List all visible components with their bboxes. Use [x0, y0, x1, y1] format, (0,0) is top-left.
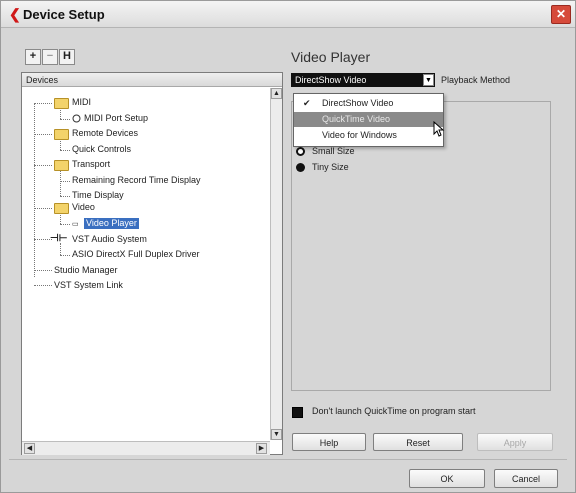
tree-item-asio-directx-driver[interactable]: ASIO DirectX Full Duplex Driver: [72, 249, 200, 260]
tree-guide-line: [60, 119, 70, 120]
tree-item-video[interactable]: Video: [72, 202, 95, 213]
dont-launch-quicktime-checkbox[interactable]: [292, 407, 303, 418]
tree-guide-line: [34, 103, 35, 277]
tree-item-remaining-record-time-display[interactable]: Remaining Record Time Display: [72, 175, 201, 186]
devices-horizontal-scrollbar[interactable]: ◀ ▶: [22, 441, 270, 455]
dropdown-option-directshow-video[interactable]: ✔ DirectShow Video: [294, 96, 443, 111]
reset-button[interactable]: Reset: [373, 433, 463, 451]
tree-item-vst-system-link[interactable]: VST System Link: [54, 280, 123, 291]
window-title: Device Setup: [23, 7, 105, 22]
title-bar[interactable]: ❮ Device Setup ✕: [1, 1, 575, 28]
tree-item-video-player[interactable]: Video Player: [84, 218, 139, 229]
tree-guide-line: [34, 134, 52, 135]
video-device-icon: ▭: [72, 221, 79, 228]
playback-method-select[interactable]: DirectShow Video: [291, 73, 435, 87]
radio-tiny-size[interactable]: [296, 163, 305, 172]
tree-item-midi[interactable]: MIDI: [72, 97, 91, 108]
dropdown-option-label: DirectShow Video: [322, 98, 394, 108]
tree-guide-line: [34, 103, 52, 104]
reset-device-button[interactable]: H: [59, 49, 75, 65]
tree-guide-line: [60, 169, 61, 196]
device-setup-window: ❮ Device Setup ✕ + − H Devices MIDI MIDI…: [0, 0, 576, 493]
tree-guide-line: [60, 196, 70, 197]
mouse-pointer-icon: [433, 121, 445, 137]
tree-guide-line: [34, 208, 52, 209]
folder-icon: [54, 129, 69, 140]
footer-divider: [9, 459, 567, 460]
scroll-right-icon[interactable]: ▶: [256, 443, 267, 454]
remove-device-button[interactable]: −: [42, 49, 58, 65]
chevron-down-icon[interactable]: ▼: [423, 74, 434, 86]
cubase-logo-icon: ❮: [9, 6, 21, 22]
dropdown-option-quicktime-video[interactable]: QuickTime Video: [294, 112, 443, 127]
devices-vertical-scrollbar[interactable]: ▲ ▼: [270, 88, 282, 440]
tree-item-remote-devices[interactable]: Remote Devices: [72, 128, 138, 139]
tree-item-quick-controls[interactable]: Quick Controls: [72, 144, 131, 155]
playback-method-dropdown: ✔ DirectShow Video QuickTime Video Video…: [293, 93, 444, 147]
tree-item-transport[interactable]: Transport: [72, 159, 110, 170]
help-button[interactable]: Help: [292, 433, 366, 451]
dropdown-option-label: Video for Windows: [322, 130, 397, 140]
radio-small-size-label: Small Size: [312, 146, 355, 156]
tree-guide-line: [60, 243, 61, 255]
tree-item-time-display[interactable]: Time Display: [72, 190, 124, 201]
scroll-left-icon[interactable]: ◀: [24, 443, 35, 454]
tree-item-vst-audio-system[interactable]: VST Audio System: [72, 234, 147, 245]
scroll-up-icon[interactable]: ▲: [271, 88, 282, 99]
folder-icon: [54, 203, 69, 214]
close-button[interactable]: ✕: [551, 5, 571, 24]
tree-item-studio-manager[interactable]: Studio Manager: [54, 265, 118, 276]
ok-button[interactable]: OK: [409, 469, 485, 488]
devices-header: Devices: [22, 73, 282, 87]
cancel-button[interactable]: Cancel: [494, 469, 558, 488]
folder-icon: [54, 160, 69, 171]
folder-icon: [54, 98, 69, 109]
radio-small-size[interactable]: [296, 147, 305, 156]
tree-guide-line: [60, 150, 70, 151]
playback-method-label: Playback Method: [441, 75, 511, 85]
tree-guide-line: [60, 255, 70, 256]
dropdown-option-video-for-windows[interactable]: Video for Windows: [294, 128, 443, 143]
tree-guide-line: [60, 181, 70, 182]
add-device-button[interactable]: +: [25, 49, 41, 65]
tree-guide-line: [34, 285, 52, 286]
tree-guide-line: [34, 165, 52, 166]
midi-port-icon: [72, 114, 81, 123]
tree-guide-line: [60, 224, 70, 225]
scroll-down-icon[interactable]: ▼: [271, 429, 282, 440]
checkmark-icon: ✔: [303, 98, 311, 108]
radio-tiny-size-label: Tiny Size: [312, 162, 349, 172]
panel-title: Video Player: [291, 49, 371, 65]
tree-guide-line: [34, 270, 52, 271]
tree-item-midi-port-setup[interactable]: MIDI Port Setup: [84, 113, 148, 124]
apply-button[interactable]: Apply: [477, 433, 553, 451]
dropdown-option-label: QuickTime Video: [322, 114, 391, 124]
audio-system-icon: ⊣⊢: [50, 233, 68, 244]
devices-tree: Devices MIDI MIDI Port Setup Remote Devi…: [21, 72, 283, 455]
dont-launch-quicktime-label: Don't launch QuickTime on program start: [312, 406, 476, 416]
